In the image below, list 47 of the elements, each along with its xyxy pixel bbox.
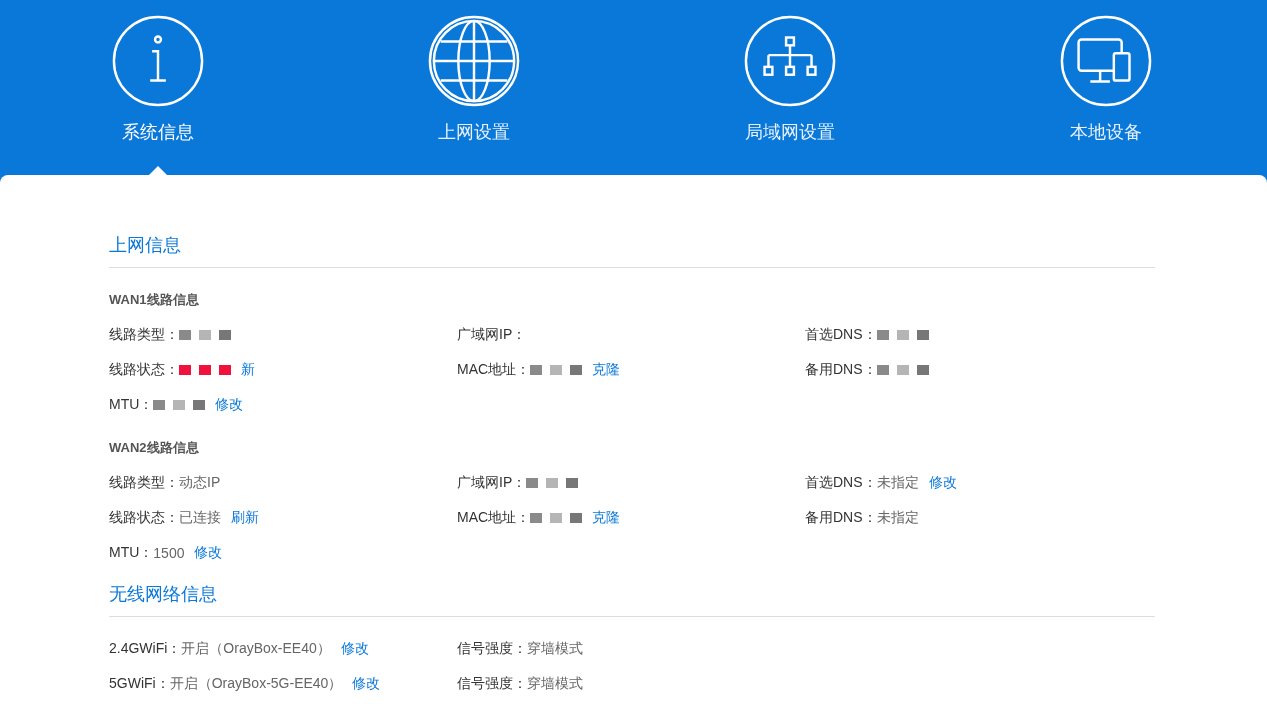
field-label: 广域网IP： <box>457 473 527 492</box>
field-label: 信号强度： <box>457 674 527 693</box>
field-value: 穿墙模式 <box>527 639 583 658</box>
field-label: 线路类型： <box>109 325 179 344</box>
field-label: MAC地址： <box>457 360 531 379</box>
nav-tab[interactable]: 局域网设置 <box>632 0 948 175</box>
nav-tab[interactable]: 本地设备 <box>948 0 1264 175</box>
field-label: MTU： <box>109 543 154 562</box>
group-title: WAN1线路信息 <box>109 291 200 309</box>
field-value: 1500 <box>153 544 185 561</box>
field-value: 穿墙模式 <box>527 674 583 693</box>
field-value: 已连接 <box>179 508 221 527</box>
field-label: MTU： <box>109 395 154 414</box>
field-label: 广域网IP： <box>457 325 527 344</box>
action-link[interactable]: 修改 <box>215 395 244 414</box>
field-label: 首选DNS： <box>805 473 877 492</box>
field-label: 线路状态： <box>109 360 179 379</box>
globe-icon <box>427 14 521 108</box>
info-icon <box>111 14 205 108</box>
field-label: 信号强度： <box>457 639 527 658</box>
action-link[interactable]: 克隆 <box>592 508 621 527</box>
field-value: 动态IP <box>179 473 221 492</box>
action-link[interactable]: 修改 <box>340 639 369 658</box>
action-link[interactable]: 克隆 <box>592 360 621 379</box>
field-label: 备用DNS： <box>805 508 877 527</box>
field-value: 开启（OrayBox-5G-EE40） <box>169 674 343 693</box>
field-value: 未指定 <box>876 508 919 527</box>
network-icon <box>743 14 837 108</box>
field-label: 线路状态： <box>109 508 179 527</box>
field-value: 开启（OrayBox-EE40） <box>181 639 331 658</box>
action-link[interactable]: 刷新 <box>231 508 259 527</box>
field-value: 未指定 <box>876 473 919 492</box>
field-label: 5GWiFi： <box>109 674 170 693</box>
action-link[interactable]: 修改 <box>194 543 223 562</box>
field-label: MAC地址： <box>457 508 531 527</box>
nav-tab[interactable]: 上网设置 <box>316 0 632 175</box>
group-title: WAN2线路信息 <box>109 439 200 457</box>
field-label: 首选DNS： <box>805 325 877 344</box>
field-label: 2.4GWiFi： <box>109 639 182 658</box>
monitor-phone-icon <box>1059 14 1153 108</box>
action-link[interactable]: 新 <box>241 360 255 379</box>
section-title: 上网信息 <box>109 233 1155 268</box>
action-link[interactable]: 修改 <box>928 473 957 492</box>
action-link[interactable]: 修改 <box>352 674 381 693</box>
field-label: 线路类型： <box>109 473 179 492</box>
section-title: 无线网络信息 <box>109 582 1155 617</box>
field-label: 备用DNS： <box>805 360 877 379</box>
